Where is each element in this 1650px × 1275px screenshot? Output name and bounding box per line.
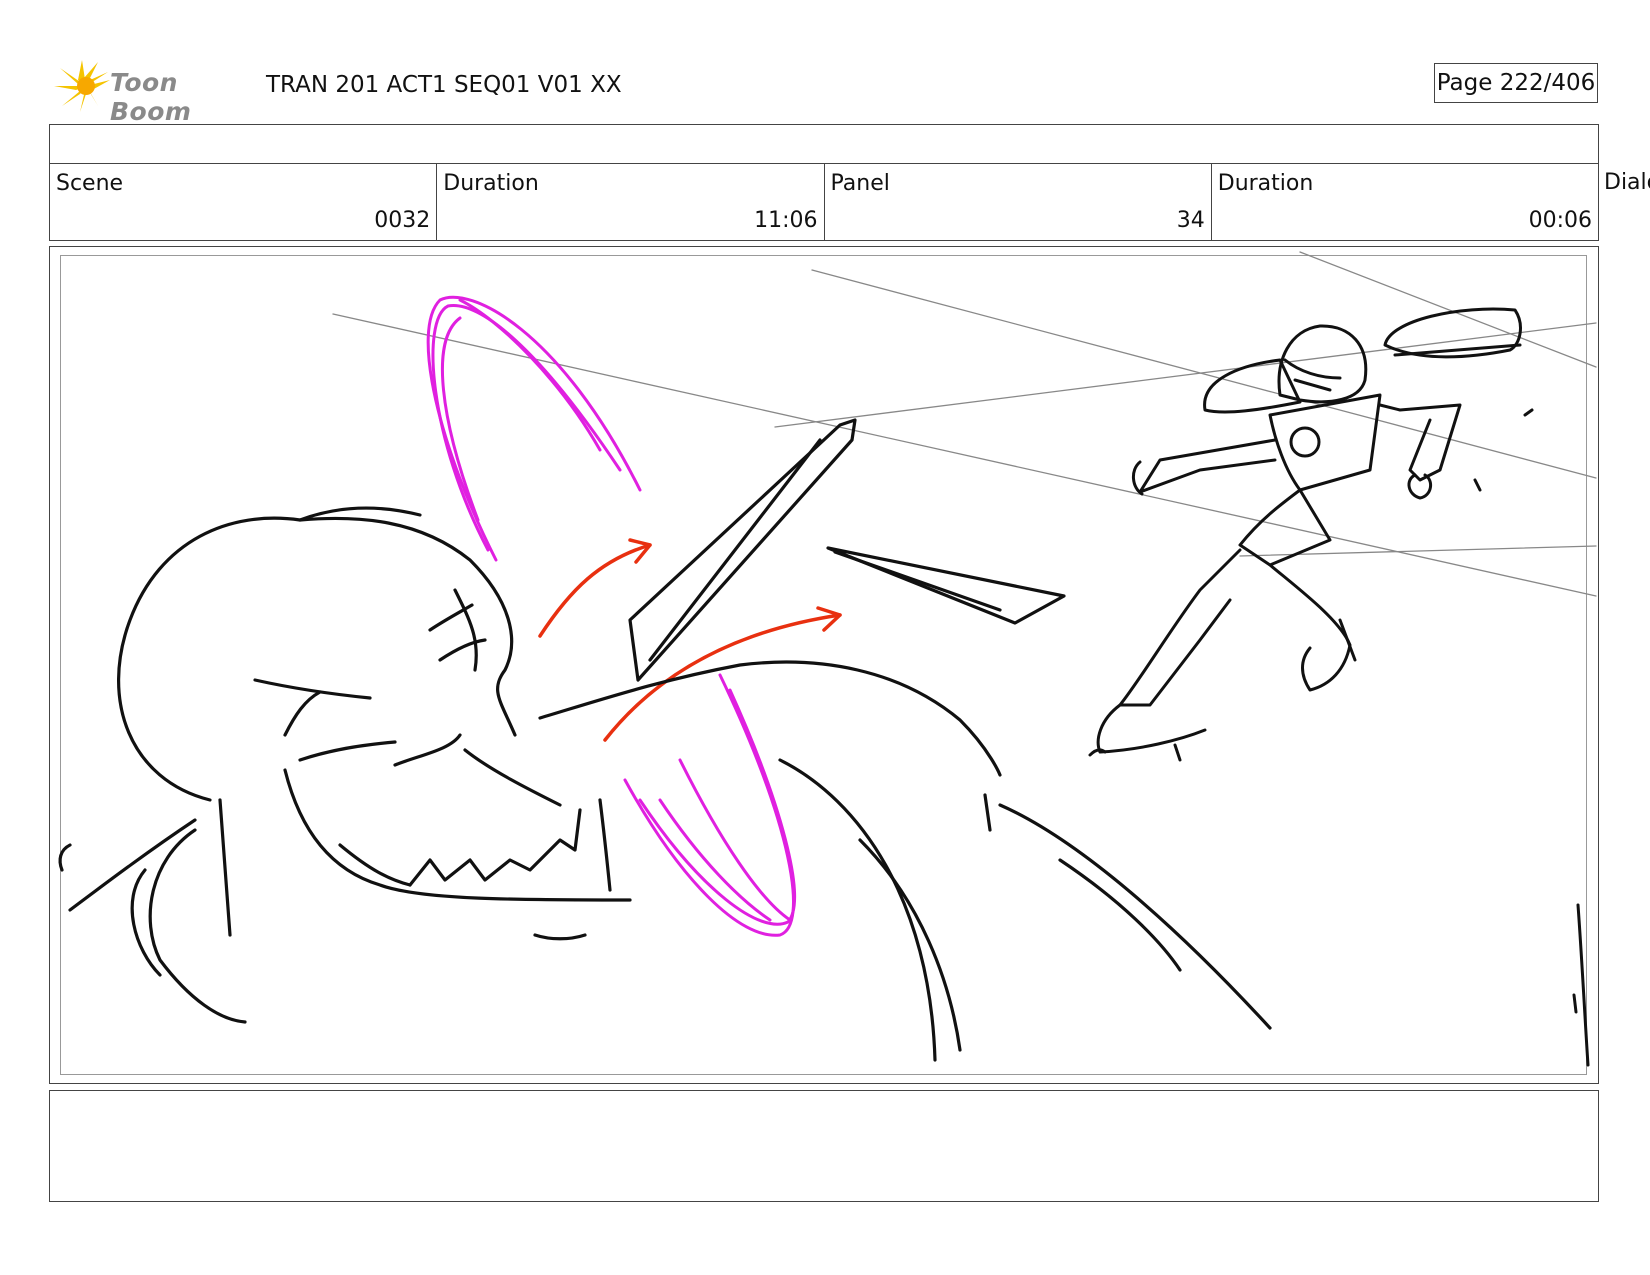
motion-arrows bbox=[538, 538, 842, 742]
document-title: TRAN 201 ACT1 SEQ01 V01 XX bbox=[266, 72, 622, 98]
debris-shards bbox=[628, 418, 1066, 682]
monster-sketch bbox=[58, 506, 1272, 1062]
notes-box bbox=[49, 1090, 1599, 1202]
panel-duration-label: Duration bbox=[1217, 171, 1314, 196]
dialog-label: Dialog bbox=[1604, 170, 1650, 195]
storyboard-sketch bbox=[58, 251, 1597, 1067]
robot-sketch bbox=[1088, 307, 1534, 762]
panel-info-row: Scene 0032 Duration 11:06 Panel 34 Durat… bbox=[49, 163, 1599, 241]
panel-label: Panel bbox=[830, 171, 890, 196]
page-indicator: Page 222/406 bbox=[1434, 63, 1598, 103]
edge-marks bbox=[1572, 903, 1590, 1067]
panel-cell: Panel 34 bbox=[825, 164, 1212, 240]
scene-duration-cell: Duration 11:06 bbox=[437, 164, 825, 240]
scene-cell: Scene 0032 bbox=[50, 164, 438, 240]
panel-duration-value: 00:06 bbox=[1528, 208, 1592, 233]
panel-value: 34 bbox=[1176, 208, 1205, 233]
logo-text: Toon Boom bbox=[110, 68, 192, 126]
page-header: Toon Boom TRAN 201 ACT1 SEQ01 V01 XX Pag… bbox=[52, 58, 1600, 126]
logo-star-icon bbox=[54, 60, 110, 112]
scene-duration-value: 11:06 bbox=[754, 208, 818, 233]
panel-duration-cell: Duration 00:06 bbox=[1212, 164, 1598, 240]
caption-row bbox=[49, 124, 1599, 163]
scene-label: Scene bbox=[56, 171, 124, 196]
perspective-lines bbox=[332, 251, 1597, 597]
impact-effect-strokes bbox=[426, 295, 796, 937]
scene-duration-label: Duration bbox=[443, 171, 539, 196]
toon-boom-logo: Toon Boom bbox=[52, 58, 252, 126]
scene-value: 0032 bbox=[374, 208, 431, 233]
